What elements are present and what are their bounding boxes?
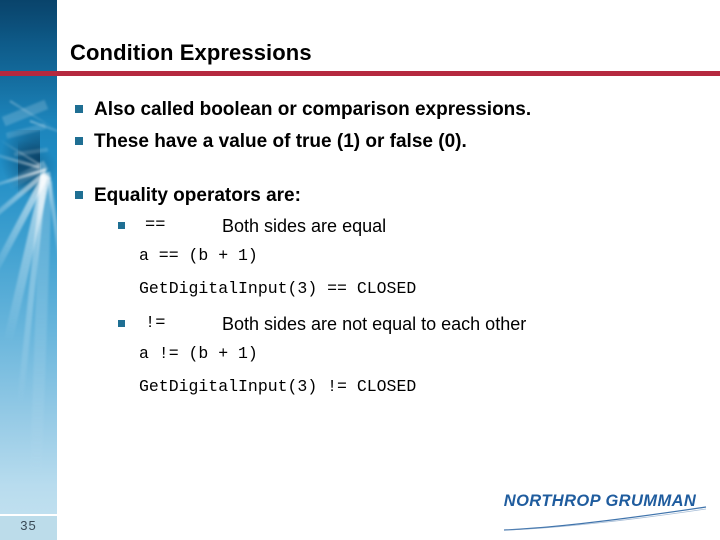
bullet-text: Equality operators are: [94,185,301,206]
operator-item: == Both sides are equal [0,213,720,239]
page-title: Condition Expressions [70,40,312,65]
bullet-item: Also called boolean or comparison expres… [0,95,720,125]
square-bullet-icon [118,222,125,229]
logo-swoosh-icon [503,506,707,531]
code-example: GetDigitalInput(3) != CLOSED [139,377,417,396]
bullet-item: Equality operators are: [0,181,720,211]
bullet-text: These have a value of true (1) or false … [94,131,467,152]
square-bullet-icon [75,191,83,199]
square-bullet-icon [75,105,83,113]
bullet-text: Also called boolean or comparison expres… [94,99,532,120]
code-example: GetDigitalInput(3) == CLOSED [139,279,417,298]
slide: 35 Condition Expressions Also called boo… [0,0,720,540]
page-number: 35 [20,518,37,533]
square-bullet-icon [75,137,83,145]
code-example: a != (b + 1) [139,344,258,363]
vertical-spacer [0,159,720,181]
code-example: a == (b + 1) [139,246,258,265]
bullet-item: These have a value of true (1) or false … [0,127,720,157]
operator-item: != Both sides are not equal to each othe… [0,311,720,337]
square-bullet-icon [118,320,125,327]
operator-symbol: != [145,314,166,333]
slide-body: Also called boolean or comparison expres… [0,95,720,403]
title-underline-rule [0,71,720,76]
operator-description: Both sides are not equal to each other [222,314,527,334]
operator-symbol: == [145,216,166,235]
operator-description: Both sides are equal [222,216,387,236]
company-logo: NORTHROP GRUMMAN [492,492,708,532]
